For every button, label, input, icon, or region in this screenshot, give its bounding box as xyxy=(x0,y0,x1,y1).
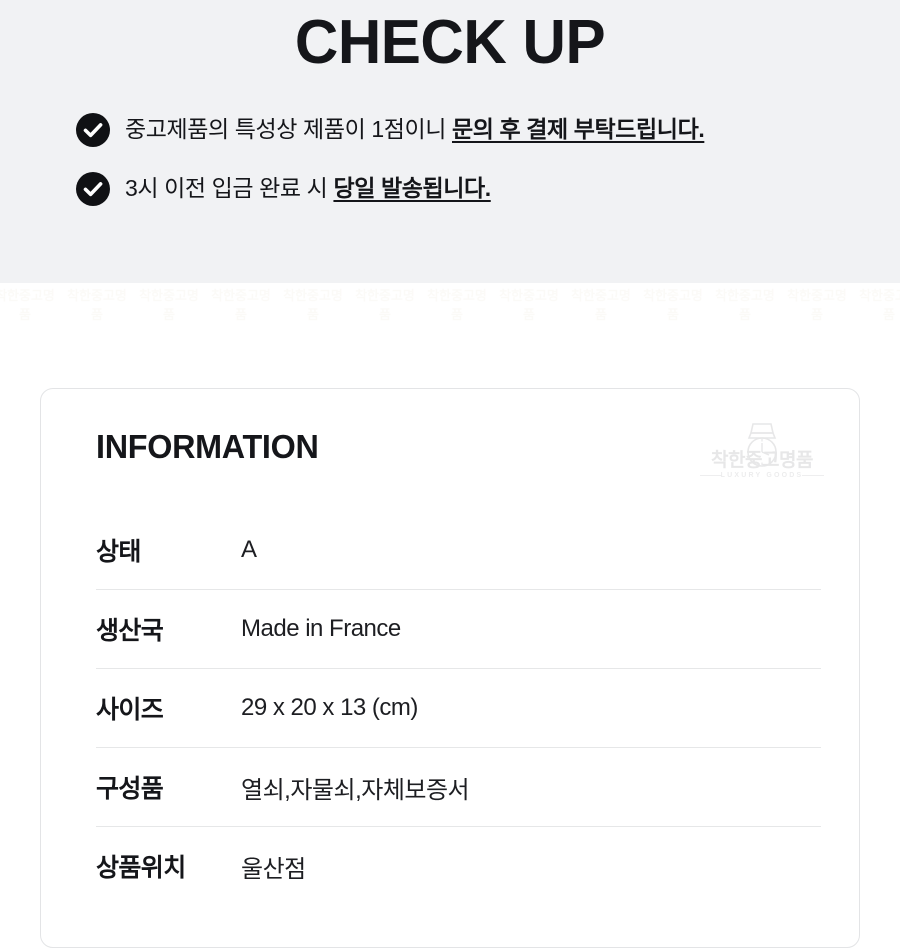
spec-label: 사이즈 xyxy=(96,696,164,724)
information-heading: INFORMATION xyxy=(96,428,319,465)
watermark-tile: 착한중고명품 xyxy=(62,285,132,323)
checkup-item: 3시 이전 입금 완료 시 당일 발송됩니다. xyxy=(76,171,876,206)
spec-value: 울산점 xyxy=(241,855,306,883)
watermark-rule-left xyxy=(700,475,722,476)
watermark-tile: 착한중고명품 xyxy=(638,285,708,323)
checkup-item-text-emphasis: 문의 후 결제 부탁드립니다. xyxy=(452,116,705,142)
watermark-rule-right xyxy=(802,475,824,476)
watch-icon xyxy=(734,422,790,473)
spec-label: 상품위치 xyxy=(96,854,186,882)
watermark-tile: 착한중고명품 xyxy=(422,285,492,323)
table-row: 상태 A xyxy=(96,511,821,589)
watermark-tile: 착한중고명품 xyxy=(206,285,276,323)
watermark-tile: 착한중고명품 xyxy=(0,285,60,323)
checkup-item-text-normal: 중고제품의 특성상 제품이 1점이니 xyxy=(125,116,452,142)
checkup-list: 중고제품의 특성상 제품이 1점이니 문의 후 결제 부탁드립니다. 3시 이전… xyxy=(76,112,876,230)
brand-watermark: 착한중고명품 LUXURY GOODS xyxy=(698,422,826,484)
checkup-item: 중고제품의 특성상 제품이 1점이니 문의 후 결제 부탁드립니다. xyxy=(76,112,876,147)
background-watermark-strip: 착한중고명품착한중고명품착한중고명품착한중고명품착한중고명품착한중고명품착한중고… xyxy=(0,283,900,341)
watermark-tile: 착한중고명품 xyxy=(278,285,348,323)
checkup-item-text-normal: 3시 이전 입금 완료 시 xyxy=(125,175,334,201)
spec-value: 열쇠,자물쇠,자체보증서 xyxy=(241,776,470,804)
product-detail-page: CHECK UP 중고제품의 특성상 제품이 1점이니 문의 후 결제 부탁드립… xyxy=(0,0,900,948)
watermark-tile: 착한중고명품 xyxy=(782,285,852,323)
checkup-section: CHECK UP 중고제품의 특성상 제품이 1점이니 문의 후 결제 부탁드립… xyxy=(0,0,900,283)
check-circle-icon xyxy=(76,172,110,206)
brand-watermark-name: 착한중고명품 xyxy=(711,450,813,471)
watermark-tile: 착한중고명품 xyxy=(854,285,900,323)
table-row: 상품위치 울산점 xyxy=(96,826,821,905)
watermark-tile: 착한중고명품 xyxy=(134,285,204,323)
watermark-tile: 착한중고명품 xyxy=(710,285,780,323)
information-card: INFORMATION 착한중고명품 LUXURY GOODS 상태 A 생산국… xyxy=(40,388,860,948)
information-spec-table: 상태 A 생산국 Made in France 사이즈 29 x 20 x 13… xyxy=(96,511,821,905)
checkup-title: CHECK UP xyxy=(294,8,606,77)
spec-label: 상태 xyxy=(96,538,141,566)
spec-value: A xyxy=(241,536,257,563)
watermark-tile: 착한중고명품 xyxy=(350,285,420,323)
watermark-tile: 착한중고명품 xyxy=(566,285,636,323)
checkup-item-text: 3시 이전 입금 완료 시 당일 발송됩니다. xyxy=(125,171,491,205)
table-row: 구성품 열쇠,자물쇠,자체보증서 xyxy=(96,747,821,826)
checkup-item-text: 중고제품의 특성상 제품이 1점이니 문의 후 결제 부탁드립니다. xyxy=(125,112,705,146)
watermark-tile: 착한중고명품 xyxy=(494,285,564,323)
check-circle-icon xyxy=(76,113,110,147)
table-row: 생산국 Made in France xyxy=(96,589,821,668)
checkup-item-text-emphasis: 당일 발송됩니다. xyxy=(333,175,491,201)
spec-label: 구성품 xyxy=(96,775,164,803)
table-row: 사이즈 29 x 20 x 13 (cm) xyxy=(96,668,821,747)
spec-value: Made in France xyxy=(241,615,401,642)
spec-label: 생산국 xyxy=(96,617,164,645)
brand-watermark-subtitle: LUXURY GOODS xyxy=(720,472,804,479)
spec-value: 29 x 20 x 13 (cm) xyxy=(241,694,418,721)
